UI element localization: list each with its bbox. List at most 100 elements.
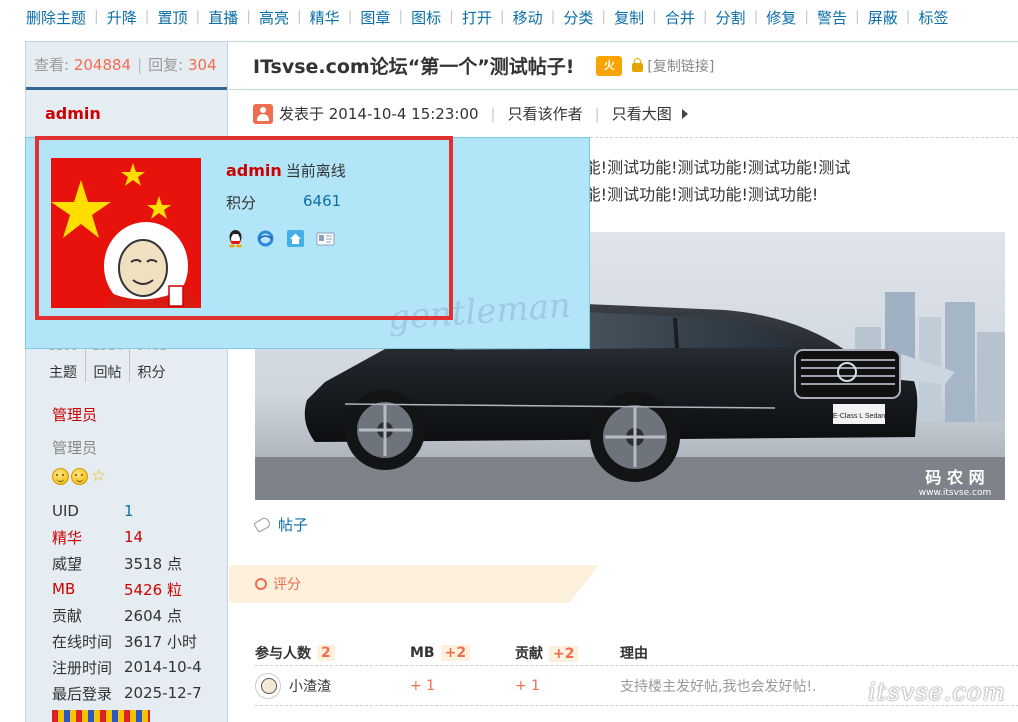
mod-ban[interactable]: 屏蔽	[868, 7, 898, 28]
popup-online-status: 当前离线	[285, 162, 346, 180]
header-mb-label: MB	[410, 644, 435, 661]
count-threads-label: 主题	[49, 365, 77, 381]
rater-avatar[interactable]	[255, 672, 281, 699]
post-meta: 发表于 2014-10-4 15:23:00 | 只看该作者 | 只看大图	[229, 90, 1018, 138]
profile-value: 2604 点	[124, 606, 182, 625]
mod-warn[interactable]: 警告	[817, 7, 847, 28]
profile-key: 贡献	[52, 606, 83, 625]
user-group: 管理员 管理员 ☆	[52, 404, 107, 485]
copy-link-button[interactable]: [复制链接]	[647, 56, 714, 76]
group-subtitle: 管理员	[52, 439, 98, 457]
replies-count: 304	[188, 55, 217, 74]
rating-table-header: 参与人数 2 MB +2 贡献 +2 理由	[255, 640, 1018, 666]
toolbar-divider: |	[296, 9, 302, 25]
header-mb: MB +2	[410, 644, 515, 661]
site-watermark: itsvse.com	[868, 678, 1006, 706]
rating-banner: 评分	[229, 565, 599, 603]
rater-cell[interactable]: 小渣渣	[255, 672, 410, 699]
views-count: 204884	[73, 55, 132, 74]
profile-key: 威望	[52, 554, 83, 573]
views-label: 查看:	[34, 56, 70, 74]
profile-value: 3617 小时	[124, 632, 197, 651]
profile-key: UID	[52, 502, 79, 520]
mod-highlight[interactable]: 高亮	[259, 7, 289, 28]
profile-value: 2014-10-4	[124, 658, 202, 676]
tag-link[interactable]: 帖子	[278, 514, 308, 535]
toolbar-divider: |	[246, 9, 251, 25]
toolbar-divider: |	[195, 9, 201, 25]
mod-move[interactable]: 移动	[513, 7, 543, 28]
popup-points-label: 积分	[226, 194, 257, 212]
mod-live[interactable]: 直播	[208, 7, 238, 28]
profile-row-digest: 精华 14	[52, 524, 222, 550]
mod-repair[interactable]: 修复	[766, 7, 796, 28]
toolbar-divider: |	[449, 9, 454, 25]
mod-delete-thread[interactable]: 删除主题	[26, 7, 86, 28]
toolbar-divider: |	[652, 9, 657, 25]
count-replies-label: 回帖	[93, 365, 122, 381]
toolbar-divider: |	[144, 9, 150, 25]
only-big-image-link[interactable]: 只看大图	[612, 103, 672, 124]
mod-icon[interactable]: 图标	[411, 7, 441, 28]
sun-rank-icon	[71, 468, 88, 485]
rater-name[interactable]: 小渣渣	[289, 676, 331, 696]
author-avatar-icon	[253, 103, 273, 124]
toolbar-divider: |	[601, 9, 607, 25]
mb-total: +2	[440, 644, 471, 661]
mod-bump[interactable]: 升降	[107, 7, 137, 28]
image-url-text: www.itsvse.com	[919, 488, 991, 498]
hot-badge-icon: 火	[596, 55, 623, 76]
mod-tags[interactable]: 标签	[918, 7, 948, 28]
toolbar-divider: |	[905, 9, 911, 25]
toolbar-divider: |	[347, 9, 353, 25]
medal-badges[interactable]	[52, 710, 150, 722]
author-name[interactable]: admin	[26, 90, 227, 123]
mod-sticky[interactable]: 置顶	[157, 7, 187, 28]
profile-row-online-time: 在线时间 3617 小时	[52, 628, 222, 654]
mod-category[interactable]: 分类	[563, 7, 593, 28]
profile-value: 5426 粒	[124, 580, 182, 599]
profile-row-prestige: 威望 3518 点	[52, 550, 222, 576]
toolbar-divider: |	[804, 9, 810, 25]
mod-copy[interactable]: 复制	[614, 7, 644, 28]
post-title-bar: ITsvse.com论坛“第一个”测试帖子! 火 [复制链接]	[229, 42, 1018, 90]
home-icon[interactable]	[286, 229, 305, 248]
participants-count[interactable]: 2	[317, 644, 335, 661]
only-author-link[interactable]: 只看该作者	[508, 103, 583, 124]
star-rank-icon: ☆	[90, 466, 107, 486]
popup-points-value: 6461	[303, 192, 342, 210]
rating-label: 评分	[273, 577, 301, 593]
mod-split[interactable]: 分割	[716, 7, 746, 28]
profile-key: 精华	[52, 528, 83, 547]
profile-value[interactable]: 1	[124, 502, 134, 520]
mod-merge[interactable]: 合并	[665, 7, 695, 28]
triangle-right-icon	[681, 108, 688, 119]
profile-key: 在线时间	[52, 632, 113, 651]
sun-rank-icon	[52, 468, 69, 485]
post-tags: 帖子	[253, 514, 308, 535]
mod-digest[interactable]: 精华	[310, 7, 340, 28]
profile-value: 3518 点	[124, 554, 182, 573]
qq-icon[interactable]	[226, 229, 245, 248]
group-title[interactable]: 管理员	[52, 404, 107, 425]
header-contrib-label: 贡献	[515, 645, 543, 662]
thread-stats: 查看: 204884 | 回复: 304	[26, 42, 227, 90]
toolbar-divider: |	[94, 9, 99, 25]
popup-avatar[interactable]	[51, 158, 201, 308]
popup-actions	[226, 229, 335, 248]
rating-circle-icon	[255, 578, 267, 590]
header-reason: 理由	[620, 645, 648, 662]
mod-open[interactable]: 打开	[462, 7, 492, 28]
profile-card-icon[interactable]	[316, 229, 335, 248]
header-participants: 参与人数 2	[255, 643, 410, 663]
author-profile: UID 1 精华 14 威望 3518 点 MB 5426 粒 贡献 2604 点 在线时…	[52, 498, 222, 706]
mod-stamp[interactable]: 图章	[360, 7, 390, 28]
toolbar-divider: |	[550, 9, 556, 25]
profile-row-mb: MB 5426 粒	[52, 576, 222, 602]
globe-icon[interactable]	[256, 229, 275, 248]
moderation-toolbar: 删除主题 | 升降 | 置顶 | 直播 | 高亮 | 精华 | 图章 | 图标 | 打开 | 移动…	[0, 0, 1018, 34]
replies-label: 回复:	[148, 56, 184, 74]
meta-divider: |	[490, 104, 496, 123]
toolbar-divider: |	[753, 9, 759, 25]
popup-username[interactable]: admin	[226, 161, 282, 180]
